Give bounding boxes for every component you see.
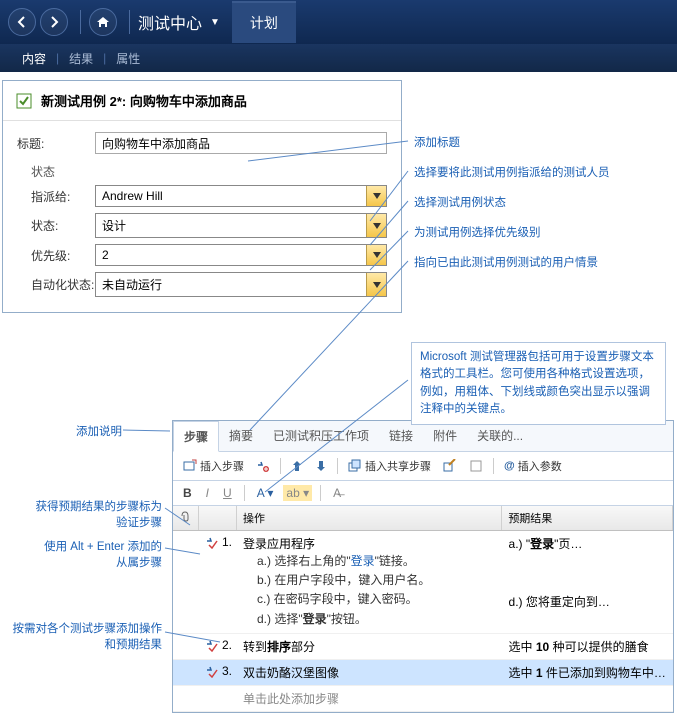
clear-format-button[interactable]: A̶ (329, 484, 345, 502)
callout-select-state: 选择测试用例状态 (414, 194, 506, 210)
auto-label: 自动化状态: (17, 276, 95, 293)
divider (80, 10, 81, 34)
paperclip-icon (179, 510, 191, 522)
insert-param-button[interactable]: @插入参数 (500, 456, 566, 476)
priority-label: 优先级: (17, 247, 95, 264)
step-icon (205, 535, 219, 549)
state-section-label: 状态 (3, 157, 401, 182)
table-row[interactable]: 3.双击奶酪汉堡图像选中 1 件已添加到购物车中… (173, 660, 673, 686)
arrow-up-icon (291, 459, 303, 473)
tab-steps[interactable]: 步骤 (173, 421, 219, 452)
number-header (199, 506, 237, 530)
format-toolbar: B I U A ▾ ab ▾ A̶ (173, 481, 673, 506)
tab-attach[interactable]: 附件 (423, 421, 467, 451)
new-shared-icon (469, 459, 483, 473)
brand-dropdown[interactable]: ▼ (210, 17, 220, 28)
status-label: 状态: (17, 217, 95, 234)
tab-links[interactable]: 链接 (379, 421, 423, 451)
status-select[interactable]: 设计 (95, 213, 387, 238)
steps-panel: 步骤 摘要 已测试积压工作项 链接 附件 关联的... 插入步骤 插入共享步骤 … (172, 420, 674, 713)
font-color-button[interactable]: A ▾ (253, 484, 278, 502)
back-button[interactable] (8, 8, 36, 36)
callout-toolbar-note: Microsoft 测试管理器包括可用于设置步骤文本格式的工具栏。您可使用各种格… (411, 342, 666, 425)
at-icon: @ (504, 460, 515, 472)
underline-button[interactable]: U (219, 484, 236, 502)
test-case-form: 新测试用例 2*: 向购物车中添加商品 标题: 状态 指派给: Andrew H… (2, 80, 402, 313)
callout-validate: 获得预期结果的步骤标为 验证步骤 (10, 498, 162, 530)
home-button[interactable] (89, 8, 117, 36)
table-row[interactable]: 1.登录应用程序a.) 选择右上角的"登录"链接。b.) 在用户字段中，键入用户… (173, 531, 673, 634)
tab-tested[interactable]: 已测试积压工作项 (263, 421, 379, 451)
assigned-select[interactable]: Andrew Hill (95, 185, 387, 207)
attachment-header (173, 506, 199, 530)
forward-button[interactable] (40, 8, 68, 36)
form-title: 新测试用例 2*: 向购物车中添加商品 (41, 91, 247, 110)
subtab-properties[interactable]: 属性 (106, 50, 150, 67)
divider (129, 10, 130, 34)
step-icon (205, 664, 219, 678)
insert-step-icon (183, 459, 197, 473)
move-down-button[interactable] (311, 457, 331, 475)
subtab-content[interactable]: 内容 (12, 50, 56, 67)
table-row[interactable]: 2.转到排序部分选中 10 种可以提供的膳食 (173, 634, 673, 660)
delete-step-button[interactable] (252, 457, 274, 475)
arrow-down-icon (315, 459, 327, 473)
grid-header: 操作 预期结果 (173, 506, 673, 531)
expected-header: 预期结果 (502, 506, 673, 530)
steps-toolbar: 插入步骤 插入共享步骤 @插入参数 (173, 452, 673, 481)
title-label: 标题: (17, 135, 95, 152)
callout-select-priority: 为测试用例选择优先级别 (414, 224, 541, 240)
callout-point-user: 指向已由此测试用例测试的用户情景 (414, 254, 598, 270)
step-icon (205, 638, 219, 652)
title-input[interactable] (95, 132, 387, 154)
insert-step-button[interactable]: 插入步骤 (179, 456, 248, 476)
new-test-icon (15, 92, 33, 110)
chevron-down-icon[interactable] (366, 245, 386, 265)
move-up-button[interactable] (287, 457, 307, 475)
subtab-results[interactable]: 结果 (59, 50, 103, 67)
tab-related[interactable]: 关联的... (467, 421, 533, 451)
shared-step-icon (348, 459, 362, 473)
bold-button[interactable]: B (179, 484, 196, 502)
priority-select[interactable]: 2 (95, 244, 387, 266)
callout-select-tester: 选择要将此测试用例指派给的测试人员 (414, 164, 610, 180)
callout-add-desc: 添加说明 (72, 423, 122, 439)
edit-shared-icon (443, 459, 457, 473)
chevron-down-icon[interactable] (366, 186, 386, 206)
brand-title: 测试中心 (138, 10, 202, 34)
create-shared-button[interactable] (465, 457, 487, 475)
action-header: 操作 (237, 506, 502, 530)
callout-add-title: 添加标题 (414, 134, 460, 150)
tab-plan[interactable]: 计划 (232, 1, 296, 43)
auto-select[interactable]: 未自动运行 (95, 272, 387, 297)
highlight-button[interactable]: ab ▾ (283, 485, 312, 501)
open-shared-button[interactable] (439, 457, 461, 475)
insert-shared-button[interactable]: 插入共享步骤 (344, 456, 435, 476)
assigned-label: 指派给: (17, 188, 95, 205)
chevron-down-icon[interactable] (366, 214, 386, 237)
callout-alt-enter: 使用 Alt + Enter 添加的 从属步骤 (10, 538, 162, 570)
delete-icon (256, 459, 270, 473)
table-row[interactable]: 单击此处添加步骤 (173, 686, 673, 712)
chevron-down-icon[interactable] (366, 273, 386, 296)
callout-add-action: 按需对各个测试步骤添加操作 和预期结果 (2, 620, 162, 652)
tab-summary[interactable]: 摘要 (219, 421, 263, 451)
italic-button[interactable]: I (202, 484, 213, 502)
